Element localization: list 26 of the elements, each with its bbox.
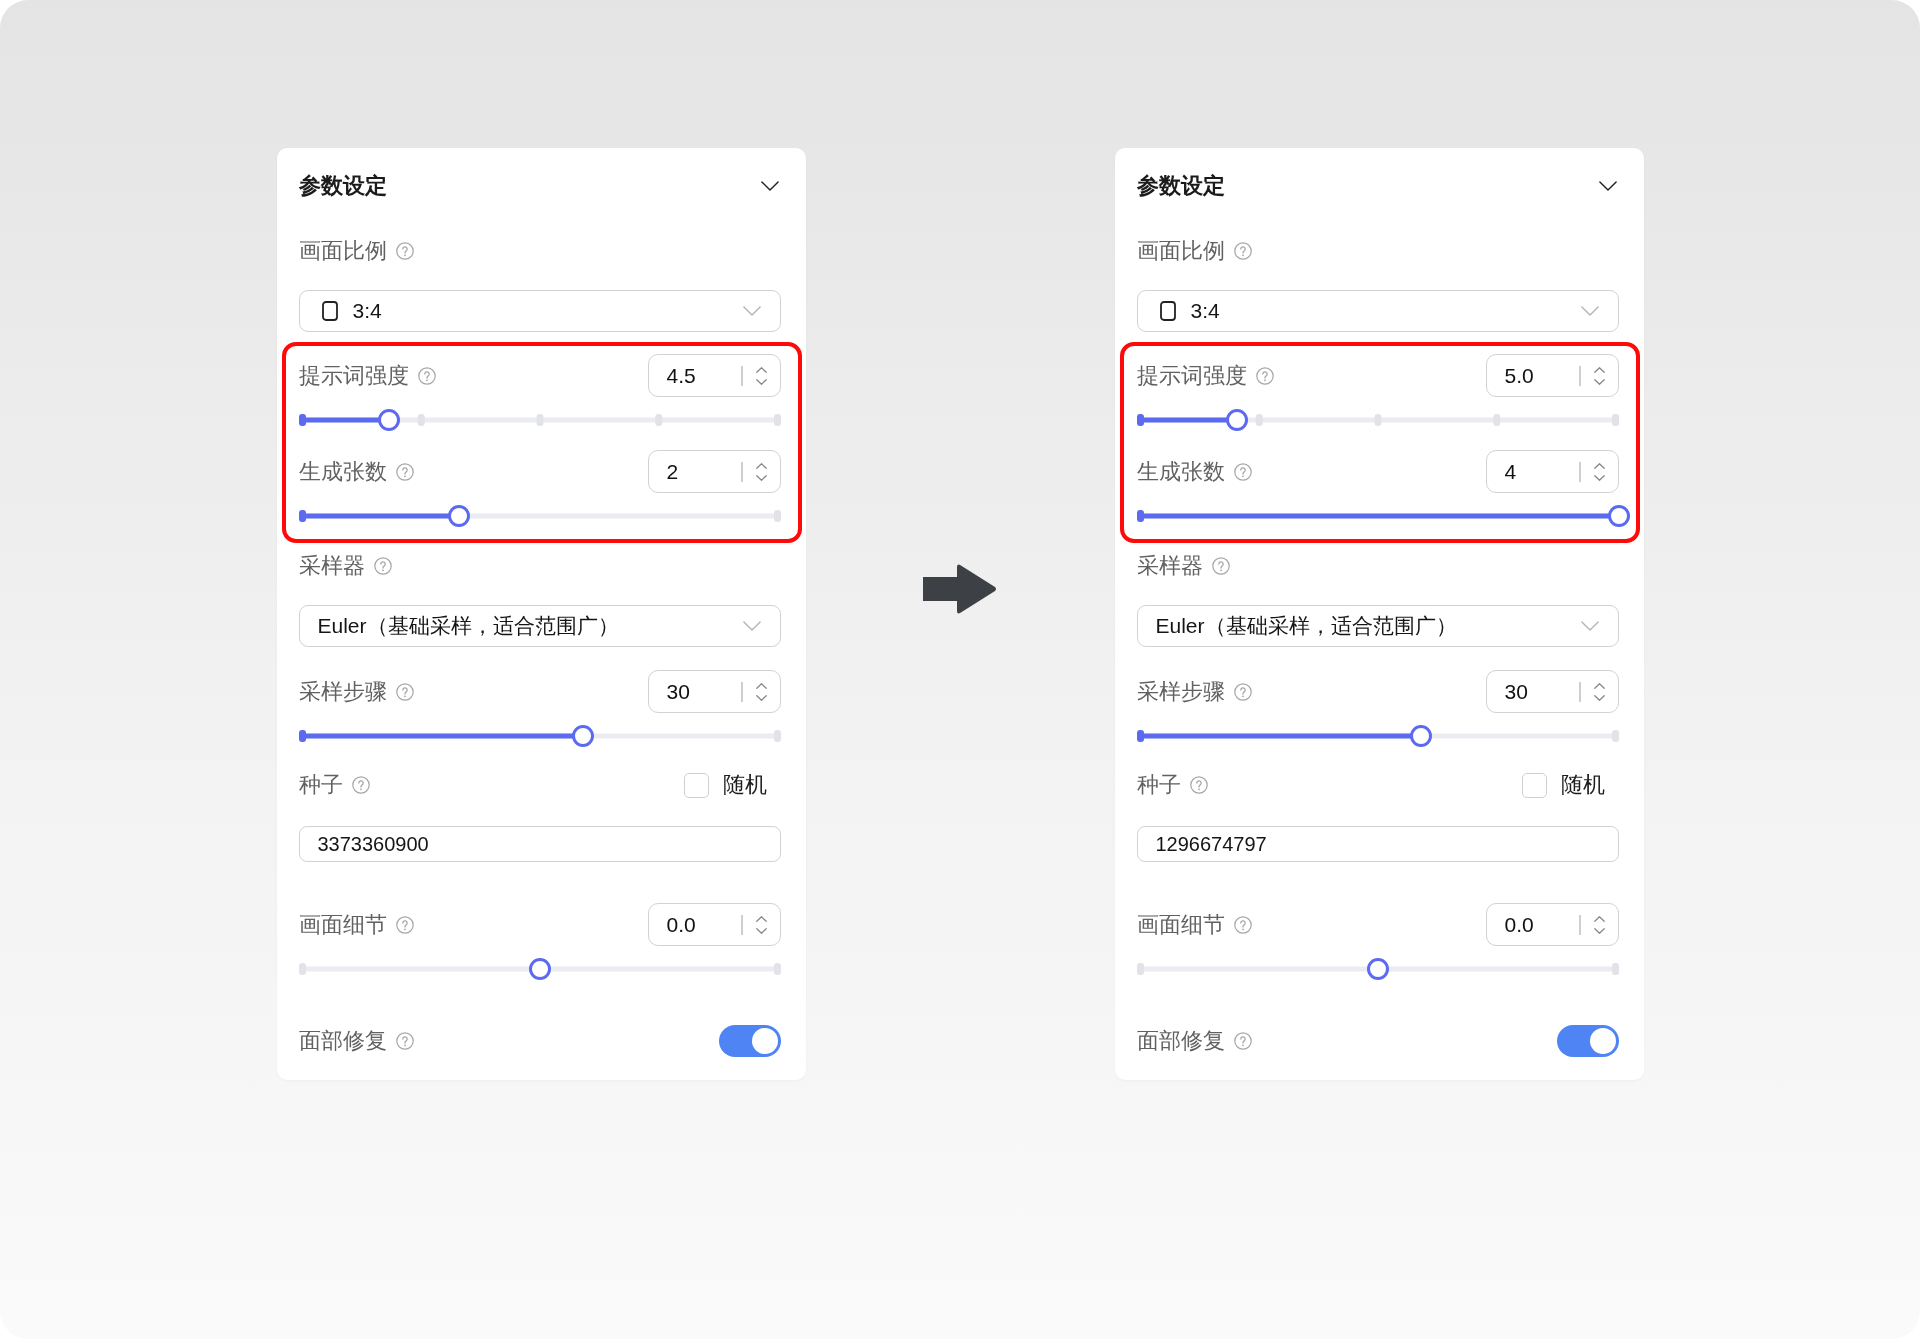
field-label: 提示词强度 — [298, 361, 409, 390]
field-label: 面部修复 — [1136, 1027, 1225, 1055]
toggle-switch[interactable] — [1556, 1025, 1619, 1057]
field-label: 画面比例 — [1136, 237, 1225, 265]
portrait-frame-icon — [321, 301, 338, 321]
help-icon[interactable] — [1233, 242, 1252, 260]
portrait-frame-icon — [1159, 301, 1176, 321]
panel-title: 参数设定 — [1136, 172, 1225, 200]
chevron-down-icon[interactable] — [760, 181, 779, 191]
number-input[interactable]: 5.0 — [1485, 354, 1619, 397]
chevron-up-icon[interactable] — [1593, 366, 1605, 373]
field-label: 面部修复 — [298, 1027, 387, 1055]
help-icon[interactable] — [1255, 366, 1274, 385]
toggle-switch[interactable] — [718, 1025, 781, 1057]
chevron-down-icon[interactable] — [1598, 181, 1617, 191]
panel-title: 参数设定 — [298, 172, 387, 200]
help-icon[interactable] — [395, 242, 414, 260]
help-icon[interactable] — [1233, 1032, 1252, 1050]
help-icon[interactable] — [417, 366, 436, 385]
dropdown-select[interactable]: 3:4 — [298, 290, 781, 332]
help-icon[interactable] — [395, 1032, 414, 1050]
number-input[interactable]: 4.5 — [647, 354, 781, 397]
dropdown-select[interactable]: 3:4 — [1136, 290, 1619, 332]
field-label: 提示词强度 — [1136, 361, 1247, 390]
chevron-up-icon[interactable] — [755, 366, 767, 373]
field-label: 画面比例 — [298, 237, 387, 265]
